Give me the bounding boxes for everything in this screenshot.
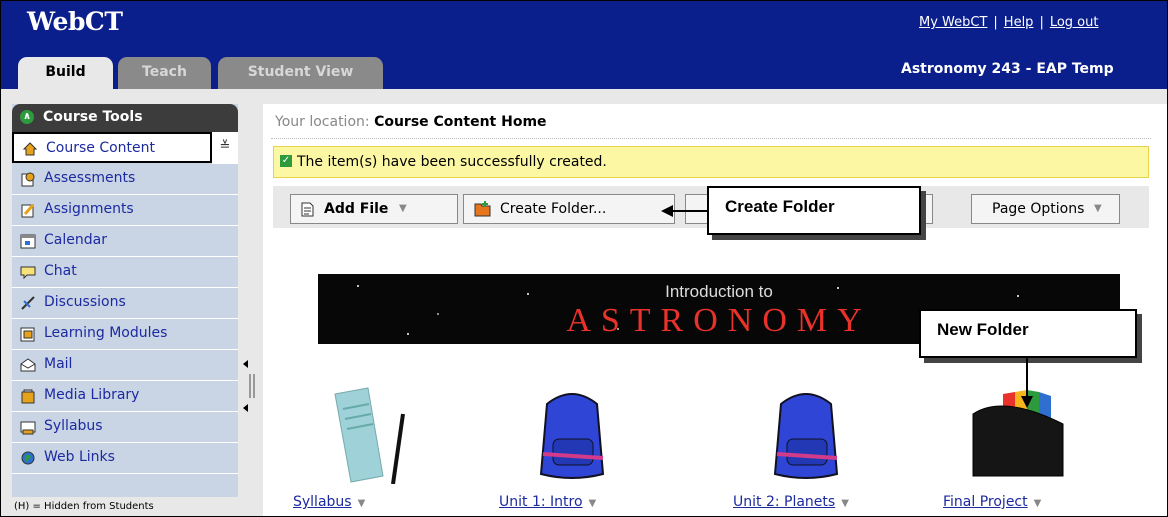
- unit-2-link[interactable]: Unit 2: Planets ▼: [733, 494, 849, 510]
- sidebar-item-label: Media Library: [44, 387, 140, 403]
- sidebar-item-label: Calendar: [44, 232, 107, 248]
- sidebar-item-syllabus[interactable]: Syllabus: [12, 412, 238, 443]
- page-options-button[interactable]: Page Options ▼: [971, 194, 1120, 224]
- home-icon: [22, 142, 38, 156]
- collapse-sidebar-handle[interactable]: [242, 356, 256, 426]
- folder-icon: [474, 201, 491, 217]
- backpack-icon: [773, 393, 839, 479]
- sidebar-item-media-library[interactable]: Media Library: [12, 381, 238, 412]
- course-tools-header[interactable]: ∧ Course Tools: [12, 104, 238, 132]
- callout-arrow: [1021, 358, 1033, 408]
- course-tools-title: Course Tools: [43, 109, 143, 125]
- course-title: Astronomy 243 - EAP Temp: [901, 61, 1114, 77]
- file-icon: [301, 202, 314, 217]
- sidebar-item-label: Web Links: [44, 449, 115, 465]
- callout-arrow: [661, 205, 709, 217]
- calendar-icon: [20, 234, 36, 249]
- sidebar-item-mail[interactable]: Mail: [12, 350, 238, 381]
- location-value: Course Content Home: [374, 114, 547, 130]
- mail-icon: [20, 358, 36, 372]
- create-folder-button[interactable]: Create Folder...: [463, 194, 675, 224]
- sidebar-item-assessments[interactable]: Assessments: [12, 164, 238, 195]
- tab-teach[interactable]: Teach: [118, 57, 211, 90]
- help-link[interactable]: Help: [1004, 15, 1034, 30]
- chevron-down-icon: ▼: [588, 498, 597, 509]
- create-folder-callout: Create Folder: [707, 186, 921, 235]
- sidebar-item-calendar[interactable]: Calendar: [12, 226, 238, 257]
- divider: [271, 138, 1151, 139]
- link-separator: |: [993, 15, 998, 30]
- callout-label: New Folder: [937, 320, 1029, 339]
- sidebar-item-label: Syllabus: [44, 418, 103, 434]
- media-icon: [21, 389, 35, 404]
- chevron-down-icon[interactable]: ≚: [212, 132, 238, 164]
- sidebar-item-assignments[interactable]: Assignments: [12, 195, 238, 226]
- syllabus-document-icon: [334, 387, 405, 484]
- course-tools-sidebar: ∧ Course Tools Course Content ≚ Assessme…: [12, 104, 240, 516]
- final-project-link[interactable]: Final Project ▼: [943, 494, 1041, 510]
- callout-label: Create Folder: [725, 197, 835, 216]
- banner-subtitle: Introduction to: [665, 282, 773, 301]
- sidebar-item-label: Learning Modules: [44, 325, 168, 341]
- webct-logo: WebCT: [27, 7, 123, 36]
- breadcrumb: Your location: Course Content Home: [275, 114, 547, 130]
- page-options-label: Page Options: [992, 201, 1085, 217]
- content-item-unit-1[interactable]: Unit 1: Intro ▼: [499, 384, 669, 514]
- sidebar-item-learning-modules[interactable]: Learning Modules: [12, 319, 238, 350]
- location-label: Your location:: [275, 114, 370, 130]
- module-icon: [20, 327, 35, 342]
- top-links: My WebCT | Help | Log out: [919, 15, 1098, 30]
- sidebar-item-label: Assessments: [44, 170, 136, 186]
- chat-icon: [20, 266, 36, 280]
- content-item-syllabus[interactable]: Syllabus ▼: [293, 384, 463, 514]
- new-folder-callout: New Folder: [919, 309, 1137, 358]
- sidebar-item-course-content[interactable]: Course Content: [12, 132, 212, 163]
- chevron-down-icon: ▼: [1094, 203, 1102, 214]
- discussion-icon: [21, 296, 35, 310]
- collapse-up-icon[interactable]: ∧: [20, 110, 34, 124]
- chevron-down-icon: ▼: [357, 498, 366, 509]
- weblink-icon: [21, 451, 35, 465]
- tab-student-view[interactable]: Student View: [218, 57, 383, 90]
- add-file-button[interactable]: Add File ▼: [290, 194, 458, 224]
- sidebar-item-chat[interactable]: Chat: [12, 257, 238, 288]
- chevron-down-icon: ▼: [1033, 498, 1042, 509]
- backpack-icon: [539, 393, 605, 479]
- sidebar-item-label: Discussions: [44, 294, 126, 310]
- sidebar-item-web-links[interactable]: Web Links: [12, 443, 238, 474]
- tab-underbar: [1, 89, 1167, 101]
- header-bar: WebCT My WebCT | Help | Log out Build Teach …: [1, 1, 1167, 90]
- assignment-icon: [21, 204, 35, 218]
- add-file-label: Add File: [324, 201, 389, 217]
- success-message-bar: ✓ The item(s) have been successfully cre…: [273, 146, 1149, 178]
- tab-build[interactable]: Build: [18, 57, 113, 90]
- sidebar-item-label: Chat: [44, 263, 77, 279]
- chevron-down-icon: ▼: [841, 498, 849, 509]
- syllabus-icon: [20, 421, 36, 435]
- check-icon: ✓: [280, 155, 292, 167]
- my-webct-link[interactable]: My WebCT: [919, 15, 987, 30]
- chevron-down-icon: ▼: [399, 203, 407, 214]
- unit-1-link[interactable]: Unit 1: Intro ▼: [499, 494, 596, 510]
- sidebar-item-label: Assignments: [44, 201, 134, 217]
- create-folder-label: Create Folder...: [500, 201, 607, 217]
- webct-window: WebCT My WebCT | Help | Log out Build Teach …: [0, 0, 1168, 517]
- sidebar-item-discussions[interactable]: Discussions: [12, 288, 238, 319]
- hidden-legend: (H) = Hidden from Students: [12, 497, 240, 516]
- assessment-icon: [21, 172, 35, 187]
- log-out-link[interactable]: Log out: [1050, 15, 1099, 30]
- link-separator: |: [1039, 15, 1044, 30]
- success-message: The item(s) have been successfully creat…: [297, 154, 607, 170]
- sidebar-item-label: Course Content: [46, 140, 156, 156]
- content-item-unit-2[interactable]: Unit 2: Planets ▼: [733, 384, 903, 514]
- syllabus-link[interactable]: Syllabus ▼: [293, 494, 365, 510]
- sidebar-item-label: Mail: [44, 356, 73, 372]
